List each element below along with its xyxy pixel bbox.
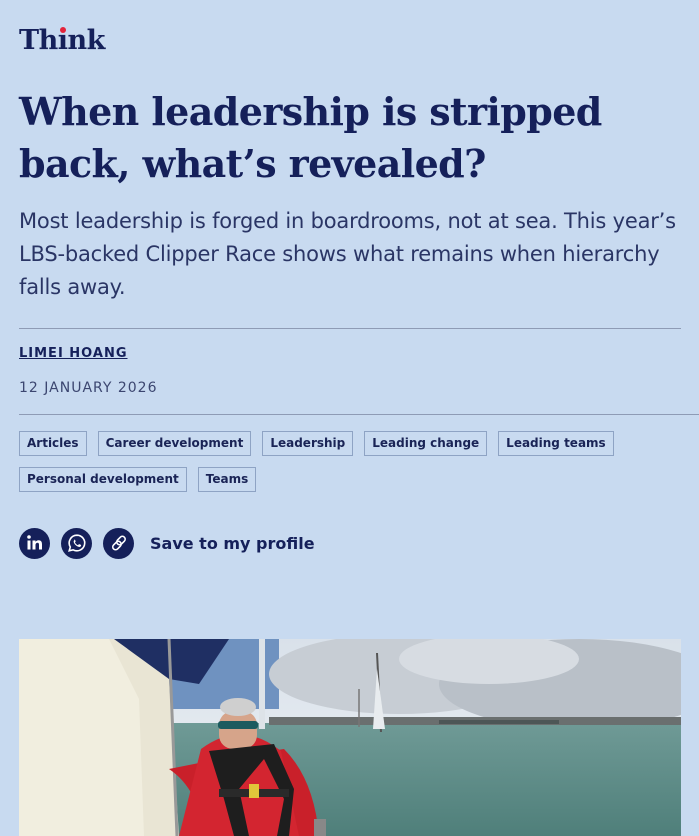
tag-leadership[interactable]: Leadership bbox=[262, 431, 354, 456]
hero-image bbox=[19, 639, 681, 836]
tag-articles[interactable]: Articles bbox=[19, 431, 87, 456]
hero-photo-illustration bbox=[19, 639, 681, 836]
whatsapp-icon bbox=[67, 534, 85, 552]
logo-letter-i: ı bbox=[57, 25, 68, 56]
whatsapp-share-button[interactable] bbox=[61, 527, 92, 559]
linkedin-icon bbox=[26, 535, 42, 550]
tag-leading-change[interactable]: Leading change bbox=[364, 431, 488, 456]
think-logo[interactable]: Thınk bbox=[19, 26, 105, 56]
link-icon bbox=[111, 535, 126, 551]
tag-leading-teams[interactable]: Leading teams bbox=[498, 431, 614, 456]
author-link[interactable]: LIMEI HOANG bbox=[19, 346, 128, 361]
tag-teams[interactable]: Teams bbox=[197, 467, 257, 492]
share-bar: Save to my profile bbox=[19, 527, 315, 559]
article-standfirst: Most leadership is forged in boardrooms,… bbox=[19, 209, 676, 299]
divider bbox=[19, 328, 681, 329]
divider bbox=[19, 414, 699, 415]
tag-career-development[interactable]: Career development bbox=[97, 431, 252, 456]
publish-date: 12 JANUARY 2026 bbox=[19, 380, 158, 396]
copy-link-button[interactable] bbox=[103, 527, 134, 559]
logo-text-start: Th bbox=[19, 25, 58, 56]
article-headline: When leadership is stripped back, what’s… bbox=[19, 89, 602, 186]
tag-list: Articles Career development Leadership L… bbox=[19, 431, 689, 503]
linkedin-share-button[interactable] bbox=[19, 527, 50, 559]
save-to-profile-button[interactable]: Save to my profile bbox=[150, 534, 315, 553]
logo-text-end: nk bbox=[67, 25, 106, 56]
tag-personal-development[interactable]: Personal development bbox=[19, 467, 187, 492]
